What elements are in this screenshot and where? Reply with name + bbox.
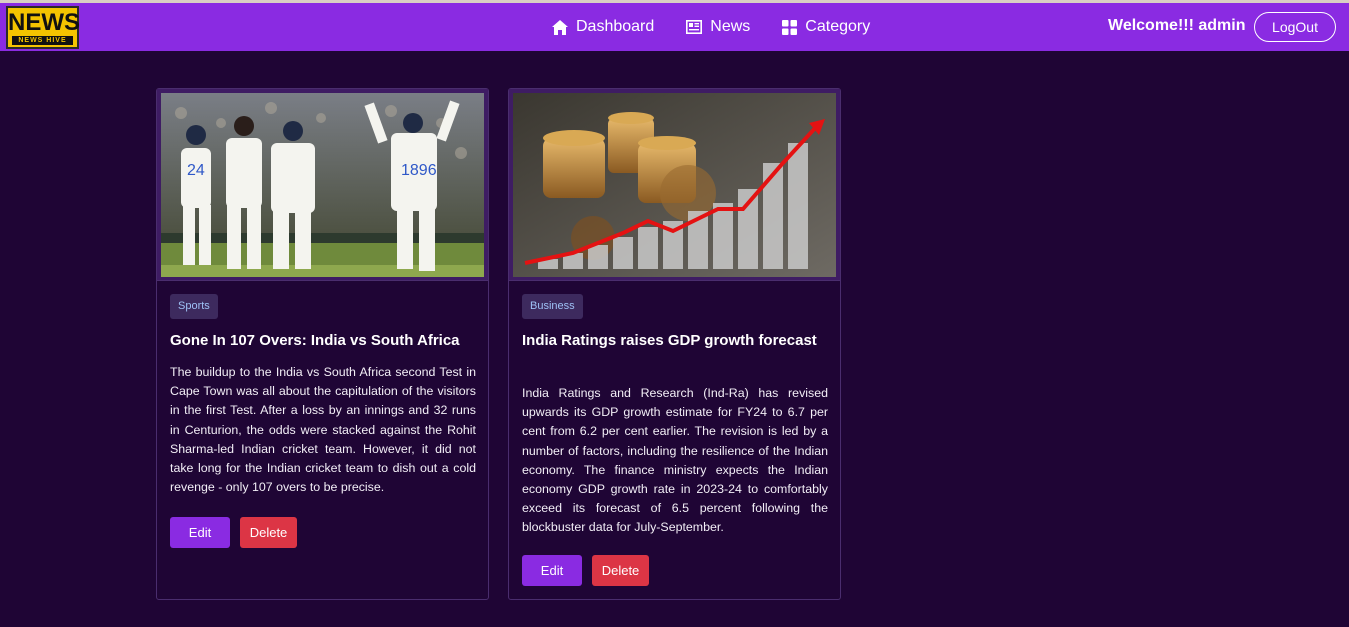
news-card: Business India Ratings raises GDP growth… <box>508 88 841 600</box>
svg-text:1896: 1896 <box>401 162 437 179</box>
nav-links: Dashboard News Category <box>552 3 902 51</box>
logo-subtext: NEWS HIVE <box>12 36 73 45</box>
edit-button[interactable]: Edit <box>170 517 230 548</box>
card-image-frame <box>509 89 840 281</box>
coins-growth-photo <box>513 93 836 277</box>
category-badge: Sports <box>170 294 218 319</box>
news-hive-logo[interactable]: NEWS NEWS HIVE <box>6 6 80 49</box>
svg-text:24: 24 <box>187 162 205 179</box>
nav-category[interactable]: Category <box>782 3 870 51</box>
nav-category-label: Category <box>805 18 871 35</box>
newspaper-icon <box>686 20 703 34</box>
cricket-team-photo: 24 1896 <box>161 93 484 277</box>
category-badge: Business <box>522 294 583 319</box>
nav-dashboard-label: Dashboard <box>576 18 655 35</box>
card-title: Gone In 107 Overs: India vs South Africa <box>170 332 460 349</box>
delete-button[interactable]: Delete <box>240 517 297 548</box>
home-icon <box>552 19 568 35</box>
grid-icon <box>782 19 798 35</box>
nav-dashboard[interactable]: Dashboard <box>552 3 654 51</box>
logout-button[interactable]: LogOut <box>1254 12 1336 42</box>
welcome-text: Welcome!!! admin <box>1108 17 1246 34</box>
news-card: 24 1896 Sports Gone In 107 Overs: India … <box>156 88 489 600</box>
card-image-frame: 24 1896 <box>157 89 488 281</box>
navbar: NEWS NEWS HIVE Dashboard News Category W… <box>0 3 1349 51</box>
delete-button[interactable]: Delete <box>592 555 649 586</box>
nav-news-label: News <box>710 18 751 35</box>
card-body: The buildup to the India vs South Africa… <box>170 365 476 495</box>
edit-button[interactable]: Edit <box>522 555 582 586</box>
logo-text: NEWS <box>8 9 80 36</box>
card-body: India Ratings and Research (Ind-Ra) has … <box>522 386 828 535</box>
nav-news[interactable]: News <box>686 3 750 51</box>
card-title: India Ratings raises GDP growth forecast <box>522 332 817 349</box>
